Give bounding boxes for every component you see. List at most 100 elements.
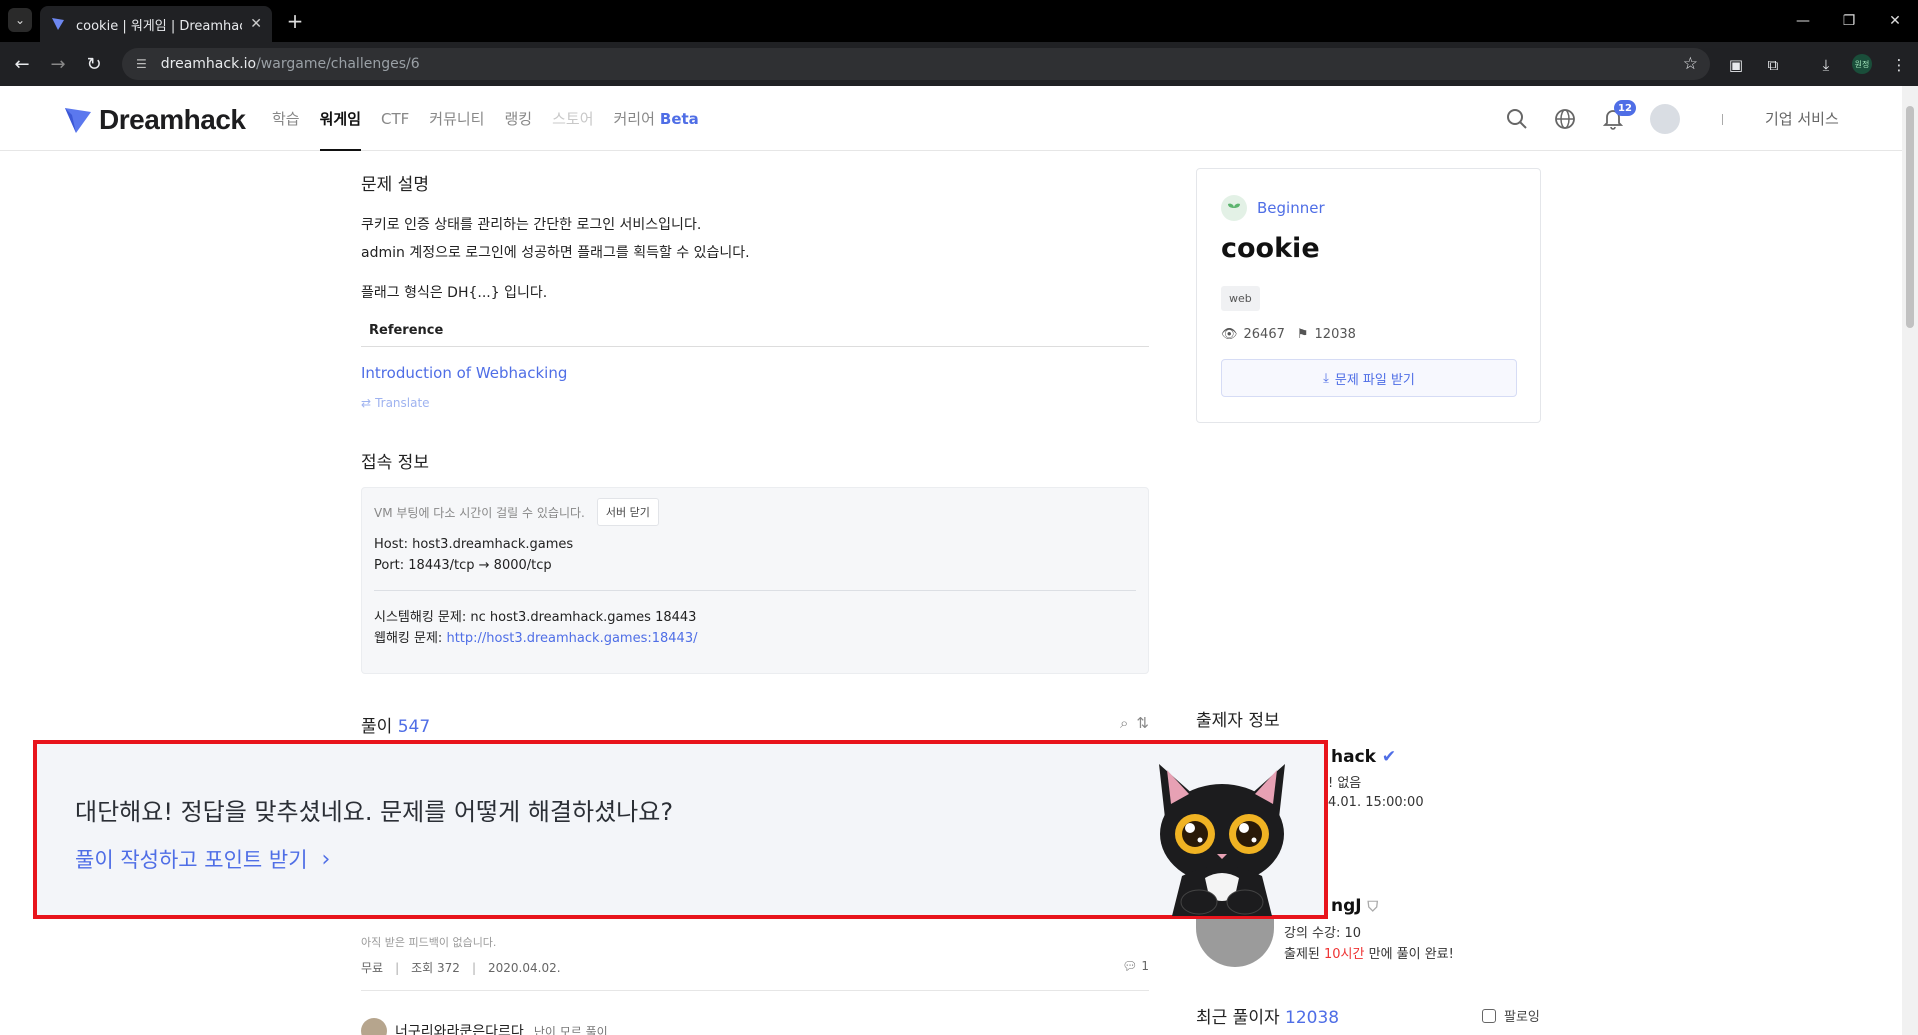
- chevron-right-icon: ›: [321, 846, 331, 872]
- notification-count: 12: [1614, 100, 1636, 116]
- web-hacking-line: 웹해킹 문제: http://host3.dreamhack.games:184…: [374, 628, 1136, 649]
- solution-meta: 무료 | 조회 372 | 2020.04.02. 💬︎ 1: [361, 959, 1149, 976]
- solution-comments[interactable]: 💬︎ 1: [1122, 959, 1149, 973]
- meta-separator: |: [395, 960, 400, 975]
- browser-tab-bar: ⌄ cookie | 워게임 | Dreamhack | ✕ + — ❐ ✕: [0, 0, 1918, 42]
- row-divider: [361, 990, 1149, 991]
- description-line: 쿠키로 인증 상태를 관리하는 간단한 로그인 서비스입니다.: [361, 217, 702, 233]
- beta-badge: Beta: [659, 109, 699, 128]
- site-header: Dreamhack 학습 워게임 CTF 커뮤니티 랭킹 스토어 커리어 Bet…: [0, 86, 1902, 151]
- dreamhack-logo[interactable]: Dreamhack: [63, 104, 246, 136]
- sort-icon[interactable]: ⇅: [1136, 714, 1149, 732]
- solution-subtitle: 난이 모르 풀이: [533, 1024, 608, 1035]
- bookmark-star-icon[interactable]: ☆: [1683, 54, 1698, 74]
- business-service-link[interactable]: 기업 서비스: [1765, 108, 1839, 129]
- url-host: dreamhack.io: [160, 56, 257, 72]
- difficulty-label: Beginner: [1257, 199, 1325, 217]
- solution-views: 조회 372: [411, 961, 460, 975]
- site-info-icon[interactable]: ☰: [136, 57, 147, 71]
- restore-icon[interactable]: ❐: [1826, 0, 1872, 42]
- nav-learn[interactable]: 학습: [272, 86, 300, 151]
- notification-bell-icon[interactable]: 12: [1600, 100, 1636, 132]
- write-solution-label: 풀이 작성하고 포인트 받기: [75, 848, 308, 872]
- profile-avatar[interactable]: 원정: [1852, 54, 1872, 74]
- following-label: 팔로잉: [1504, 1010, 1540, 1025]
- difficulty-level: Beginner: [1221, 195, 1325, 221]
- new-tab-button[interactable]: +: [282, 8, 308, 34]
- close-tab-icon[interactable]: ✕: [250, 16, 262, 32]
- first-solver-time: 출제된 10시간 만에 풀이 완료!: [1284, 943, 1454, 962]
- user-avatar[interactable]: [1650, 104, 1680, 134]
- web-hacking-link[interactable]: http://host3.dreamhack.games:18443/: [446, 631, 697, 646]
- browser-tab[interactable]: cookie | 워게임 | Dreamhack | ✕: [40, 6, 272, 42]
- nav-career[interactable]: 커리어 Beta: [614, 86, 699, 151]
- recent-solvers-count: 12038: [1285, 1008, 1340, 1028]
- first-solver-prefix: 출제된: [1284, 947, 1325, 962]
- first-solver-name[interactable]: ngJ ⛉: [1331, 896, 1378, 916]
- browser-toolbar: ← → ↻ ☰ dreamhack.io/wargame/challenges/…: [0, 42, 1918, 86]
- tab-title: cookie | 워게임 | Dreamhack |: [76, 18, 242, 34]
- close-server-button[interactable]: 서버 닫기: [596, 498, 659, 526]
- nav-ctf[interactable]: CTF: [381, 86, 409, 151]
- solve-success-banner: 대단해요! 정답을 맞추셨네요. 문제를 어떻게 해결하셨나요? 풀이 작성하고…: [33, 740, 1328, 919]
- solution-row[interactable]: 너구리와라쿤은다르다 난이 모르 풀이: [361, 1018, 608, 1035]
- description-title: 문제 설명: [361, 175, 429, 195]
- author-date: 4.01. 15:00:00: [1328, 795, 1424, 810]
- comment-icon: 💬︎: [1122, 959, 1138, 973]
- translate-button[interactable]: ⇄ Translate: [361, 396, 1149, 410]
- solution-search-icon[interactable]: ⌕: [1120, 714, 1128, 732]
- nav-ranking[interactable]: 랭킹: [504, 86, 532, 151]
- nav-community[interactable]: 커뮤니티: [429, 86, 484, 151]
- puzzle-extensions-icon[interactable]: ⧉: [1762, 54, 1784, 76]
- reload-icon[interactable]: ↻: [82, 52, 106, 76]
- forward-icon[interactable]: →: [46, 52, 70, 76]
- first-solver-name-text: ngJ: [1331, 896, 1362, 916]
- description-body: 쿠키로 인증 상태를 관리하는 간단한 로그인 서비스입니다. admin 계정…: [361, 211, 1149, 307]
- search-icon[interactable]: [1504, 106, 1530, 132]
- nav-wargame[interactable]: 워게임: [319, 86, 362, 151]
- extension-icon[interactable]: ▣: [1725, 54, 1747, 76]
- vm-boot-hint-text: VM 부팅에 다소 시간이 걸릴 수 있습니다.: [374, 505, 585, 520]
- first-solver-courses: 강의 수강: 10: [1284, 926, 1362, 941]
- download-icon[interactable]: ⤓: [1815, 54, 1837, 76]
- system-hacking-line: 시스템해킹 문제: nc host3.dreamhack.games 18443: [374, 610, 697, 625]
- eye-icon: 👁︎: [1221, 327, 1238, 342]
- tab-search-button[interactable]: ⌄: [8, 8, 32, 32]
- solutions-label: 풀이: [361, 717, 393, 737]
- address-bar[interactable]: ☰ dreamhack.io/wargame/challenges/6 ☆: [122, 48, 1710, 80]
- solution-date: 2020.04.02.: [488, 960, 561, 975]
- back-icon[interactable]: ←: [10, 52, 34, 76]
- download-icon: ⤓: [1323, 370, 1329, 386]
- dreamhack-logo-icon: [65, 108, 91, 133]
- download-file-button[interactable]: ⤓ 문제 파일 받기: [1221, 359, 1517, 397]
- write-solution-link[interactable]: 풀이 작성하고 포인트 받기 ›: [75, 844, 330, 874]
- author-name[interactable]: hack ✔: [1331, 747, 1396, 767]
- solution-author-name: 너구리와라쿤은다르다: [395, 1024, 524, 1035]
- logo-text: Dreamhack: [99, 104, 246, 135]
- nav-store[interactable]: 스토어: [552, 86, 593, 151]
- banner-message: 대단해요! 정답을 맞추셨네요. 문제를 어떻게 해결하셨나요?: [75, 798, 674, 826]
- scrollbar-thumb[interactable]: [1906, 106, 1914, 328]
- category-tag[interactable]: web: [1221, 286, 1260, 311]
- sprout-icon: [1221, 195, 1247, 221]
- challenge-stats: 👁︎ 26467 ⚑ 12038: [1221, 327, 1362, 342]
- connection-box: VM 부팅에 다소 시간이 걸릴 수 있습니다. 서버 닫기 Host: hos…: [361, 487, 1149, 674]
- close-window-icon[interactable]: ✕: [1872, 0, 1918, 42]
- solutions-header: 풀이 547 ⌕ ⇅: [361, 712, 1149, 737]
- shield-badge-icon: ⛉: [1367, 899, 1379, 915]
- flag-format: 플래그 형식은 DH{...} 입니다.: [361, 285, 548, 301]
- download-label: 문제 파일 받기: [1334, 372, 1415, 388]
- minimize-icon[interactable]: —: [1780, 0, 1826, 42]
- menu-kebab-icon[interactable]: ⋮: [1888, 54, 1910, 76]
- main-nav: 학습 워게임 CTF 커뮤니티 랭킹 스토어 커리어 Beta: [272, 86, 719, 151]
- globe-icon[interactable]: [1552, 106, 1578, 132]
- url-path: /wargame/challenges/6: [256, 56, 420, 72]
- host-line: Host: host3.dreamhack.games: [374, 537, 574, 552]
- recent-solvers-title: 최근 풀이자 12038: [1196, 1003, 1339, 1028]
- solution-price: 무료: [361, 961, 384, 975]
- reference-label: Reference: [361, 323, 1149, 347]
- following-filter[interactable]: 팔로잉: [1482, 1006, 1540, 1025]
- reference-link[interactable]: Introduction of Webhacking: [361, 364, 567, 382]
- following-checkbox[interactable]: [1482, 1008, 1496, 1023]
- reference-link-row: Introduction of Webhacking: [361, 363, 1149, 382]
